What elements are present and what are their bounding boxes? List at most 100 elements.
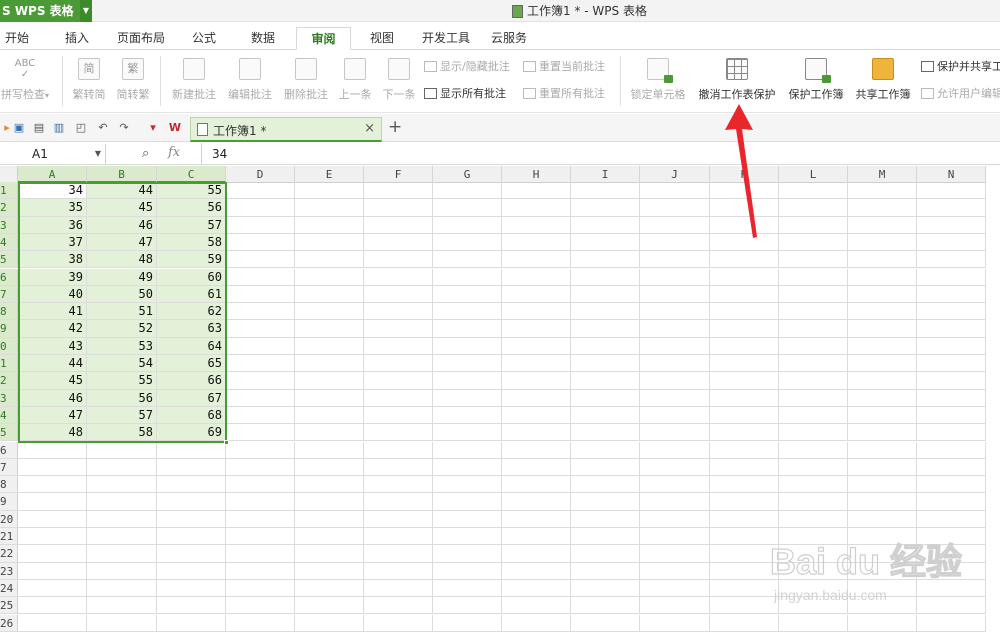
cell-e5[interactable] — [295, 251, 364, 269]
cell-a24[interactable] — [18, 579, 87, 598]
cell-c7[interactable]: 61 — [157, 285, 226, 304]
cell-a12[interactable]: 45 — [18, 372, 87, 390]
cell-f24[interactable] — [364, 579, 433, 598]
cell-d15[interactable] — [226, 424, 295, 442]
cell-b12[interactable]: 55 — [87, 372, 157, 390]
row-header-7[interactable]: 7 — [0, 285, 18, 304]
cell-l12[interactable] — [779, 372, 848, 390]
cell-i8[interactable] — [571, 303, 640, 321]
cell-j10[interactable] — [640, 337, 710, 355]
cell-m3[interactable] — [848, 216, 917, 234]
cell-b20[interactable] — [87, 510, 157, 528]
cell-a1[interactable]: 34 — [18, 182, 87, 200]
cell-d19[interactable] — [226, 493, 295, 511]
new-tab-button[interactable]: + — [388, 117, 402, 137]
cell-m16[interactable] — [848, 441, 917, 459]
cell-k26[interactable] — [710, 614, 779, 632]
cell-d3[interactable] — [226, 216, 295, 234]
cell-h23[interactable] — [502, 562, 571, 580]
cell-f6[interactable] — [364, 268, 433, 286]
cell-b3[interactable]: 46 — [87, 216, 157, 234]
cell-a17[interactable] — [18, 458, 87, 477]
cell-d16[interactable] — [226, 441, 295, 459]
cell-i3[interactable] — [571, 216, 640, 234]
cell-m14[interactable] — [848, 406, 917, 425]
new-comment-button[interactable]: 新建批注 — [166, 58, 222, 102]
cell-a5[interactable]: 38 — [18, 251, 87, 269]
cell-b7[interactable]: 50 — [87, 285, 157, 304]
cell-n12[interactable] — [917, 372, 986, 390]
cell-i20[interactable] — [571, 510, 640, 528]
cell-m23[interactable] — [848, 562, 917, 580]
print-preview-icon[interactable]: ▤ — [32, 121, 46, 135]
cell-e9[interactable] — [295, 320, 364, 338]
cell-d21[interactable] — [226, 528, 295, 546]
cell-g1[interactable] — [433, 182, 502, 200]
cell-a10[interactable]: 43 — [18, 337, 87, 355]
cell-g12[interactable] — [433, 372, 502, 390]
cell-m15[interactable] — [848, 424, 917, 442]
simp-to-trad-button[interactable]: 繁 简转繁 — [112, 58, 154, 102]
cell-m13[interactable] — [848, 389, 917, 407]
cell-f2[interactable] — [364, 199, 433, 217]
cell-g10[interactable] — [433, 337, 502, 355]
cell-d17[interactable] — [226, 458, 295, 477]
cell-l17[interactable] — [779, 458, 848, 477]
show-all-comments-button[interactable]: 显示所有批注 — [424, 85, 506, 101]
cell-n20[interactable] — [917, 510, 986, 528]
spellcheck-button[interactable]: ABC ✓ 拼写检查▾ — [0, 58, 50, 102]
cell-m24[interactable] — [848, 579, 917, 598]
cell-i7[interactable] — [571, 285, 640, 304]
cell-a14[interactable]: 47 — [18, 406, 87, 425]
cell-a26[interactable] — [18, 614, 87, 632]
cell-l8[interactable] — [779, 303, 848, 321]
cell-j26[interactable] — [640, 614, 710, 632]
cell-a19[interactable] — [18, 493, 87, 511]
cell-a8[interactable]: 41 — [18, 303, 87, 321]
cell-g23[interactable] — [433, 562, 502, 580]
cell-g25[interactable] — [433, 597, 502, 615]
cell-n9[interactable] — [917, 320, 986, 338]
row-header-12[interactable]: 2 — [0, 372, 18, 390]
cell-f8[interactable] — [364, 303, 433, 321]
cell-h12[interactable] — [502, 372, 571, 390]
delete-comment-button[interactable]: 删除批注 — [278, 58, 334, 102]
cell-c9[interactable]: 63 — [157, 320, 226, 338]
cell-l5[interactable] — [779, 251, 848, 269]
cell-k14[interactable] — [710, 406, 779, 425]
cell-j18[interactable] — [640, 476, 710, 494]
cell-e20[interactable] — [295, 510, 364, 528]
row-header-26[interactable]: 26 — [0, 614, 18, 632]
cell-j8[interactable] — [640, 303, 710, 321]
cell-b24[interactable] — [87, 579, 157, 598]
cell-m4[interactable] — [848, 233, 917, 252]
cell-b21[interactable] — [87, 528, 157, 546]
cell-j21[interactable] — [640, 528, 710, 546]
cell-h15[interactable] — [502, 424, 571, 442]
row-header-8[interactable]: 8 — [0, 303, 18, 321]
cell-g20[interactable] — [433, 510, 502, 528]
row-header-11[interactable]: 1 — [0, 355, 18, 373]
show-hide-comment-button[interactable]: 显示/隐藏批注 — [424, 58, 510, 74]
cell-n11[interactable] — [917, 355, 986, 373]
cell-c25[interactable] — [157, 597, 226, 615]
app-menu-button[interactable]: S WPS 表格 — [0, 0, 80, 22]
name-box[interactable]: A1 ▼ — [0, 144, 106, 164]
cell-e23[interactable] — [295, 562, 364, 580]
cell-k25[interactable] — [710, 597, 779, 615]
cell-j24[interactable] — [640, 579, 710, 598]
cell-h22[interactable] — [502, 545, 571, 563]
cell-n8[interactable] — [917, 303, 986, 321]
row-header-9[interactable]: 9 — [0, 320, 18, 338]
cell-l10[interactable] — [779, 337, 848, 355]
cell-h11[interactable] — [502, 355, 571, 373]
cell-j11[interactable] — [640, 355, 710, 373]
cell-n1[interactable] — [917, 182, 986, 200]
cell-k24[interactable] — [710, 579, 779, 598]
cell-e26[interactable] — [295, 614, 364, 632]
cell-n25[interactable] — [917, 597, 986, 615]
cell-b15[interactable]: 58 — [87, 424, 157, 442]
cell-j25[interactable] — [640, 597, 710, 615]
cell-g8[interactable] — [433, 303, 502, 321]
cell-i10[interactable] — [571, 337, 640, 355]
